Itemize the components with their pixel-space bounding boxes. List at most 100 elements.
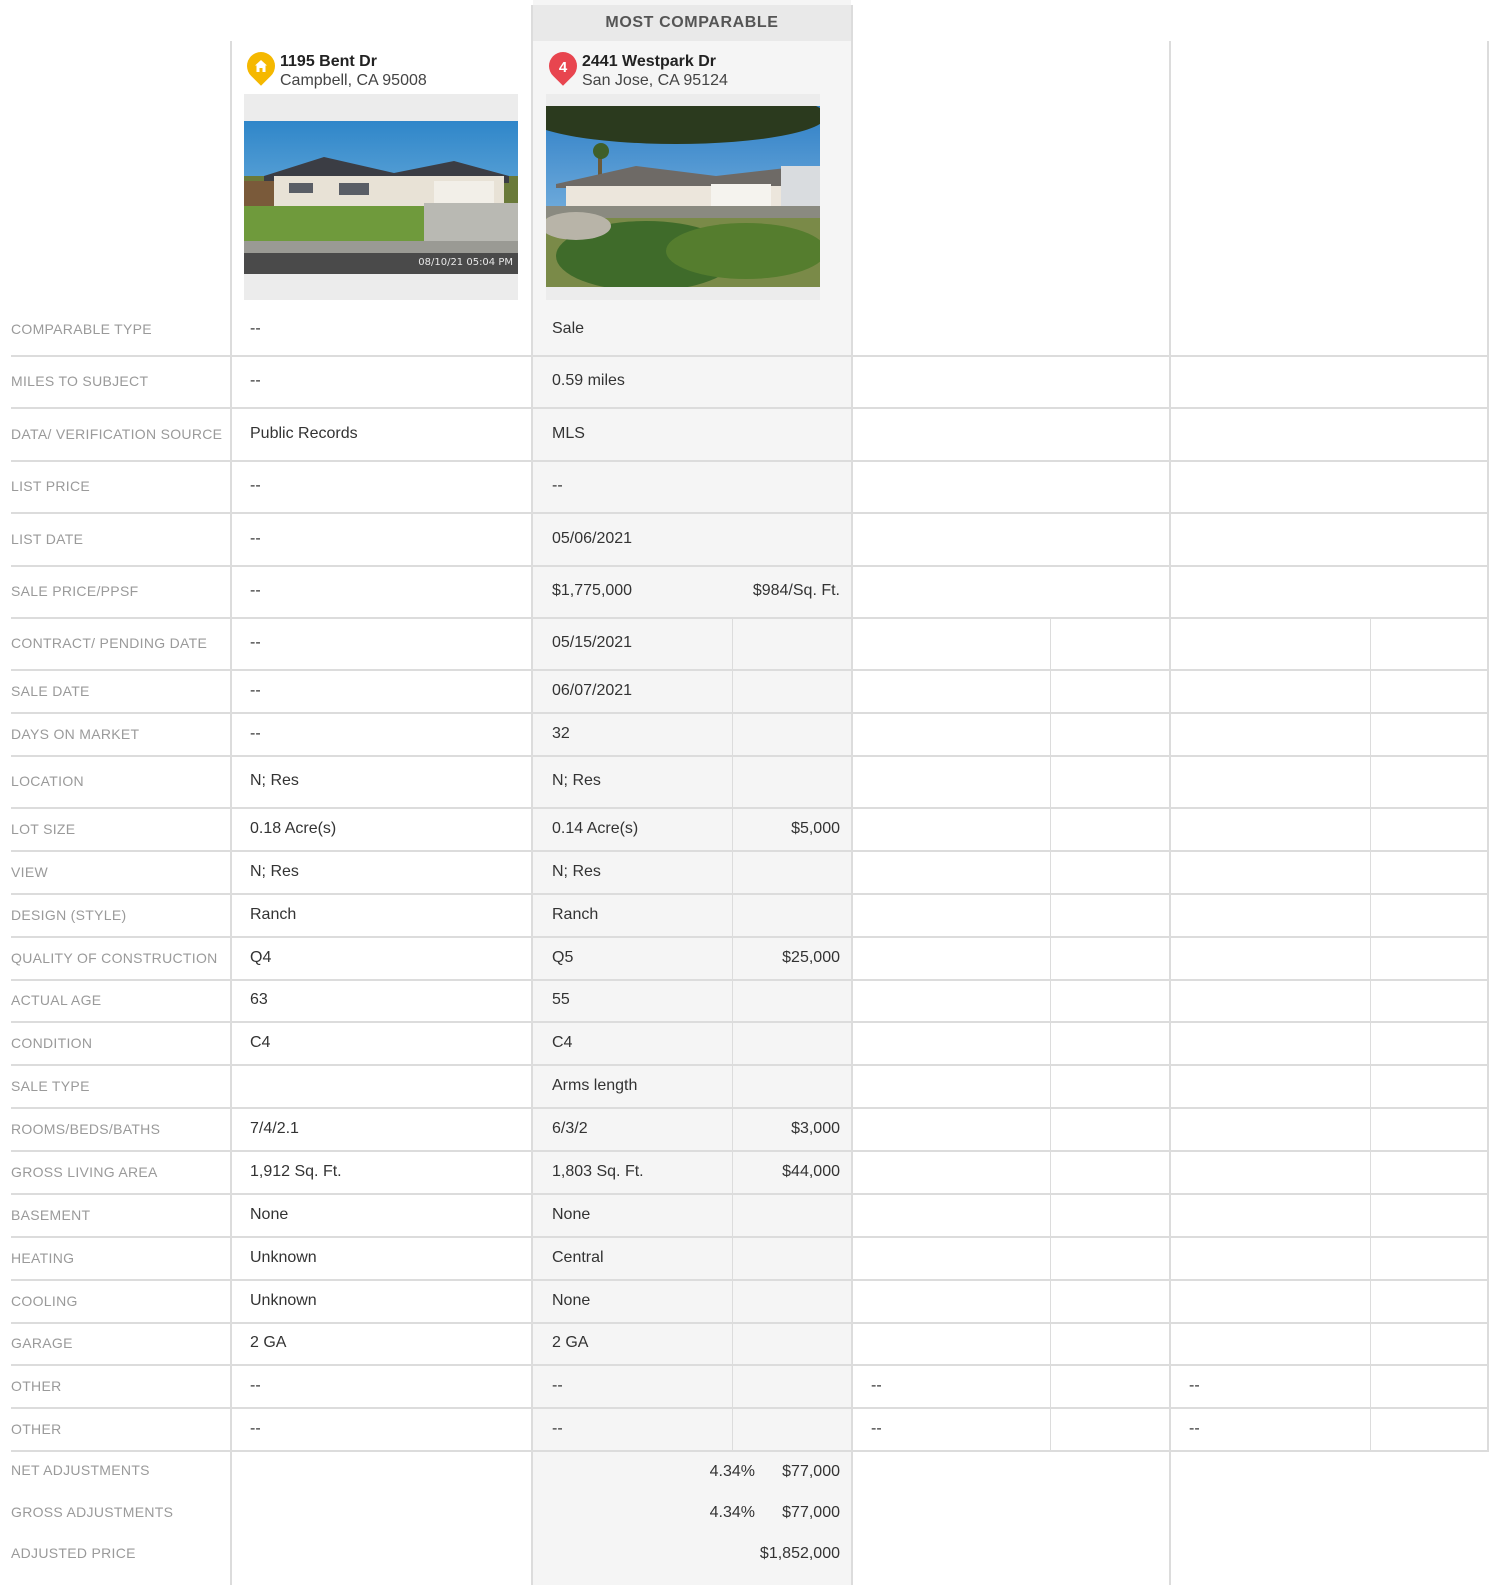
net-adjustments-label: NET ADJUSTMENTS <box>11 1462 150 1478</box>
adjustment-value: $25,000 <box>782 949 840 966</box>
divider-col3-adj <box>1050 617 1051 1451</box>
row-divider <box>11 512 1489 514</box>
row-divider <box>11 1193 1489 1195</box>
row-label: BASEMENT <box>11 1207 91 1223</box>
subject-value: Unknown <box>250 1292 317 1309</box>
row-divider <box>11 755 1489 757</box>
row-label: COMPARABLE TYPE <box>11 321 152 337</box>
subject-value: -- <box>250 1420 261 1437</box>
adjusted-price-label: ADJUSTED PRICE <box>11 1545 136 1561</box>
row-divider <box>11 1407 1489 1409</box>
comparable-value: 0.14 Acre(s) <box>552 820 639 837</box>
row-divider <box>11 1107 1489 1109</box>
photo-timestamp: 08/10/21 05:04 PM <box>418 257 513 268</box>
adjustment-value: $5,000 <box>791 820 840 837</box>
row-label: COOLING <box>11 1293 78 1309</box>
row-label: QUALITY OF CONSTRUCTION <box>11 950 218 966</box>
comparable-value: Ranch <box>552 906 599 923</box>
comparable-3-value: -- <box>871 1420 882 1437</box>
comparable-value: Sale <box>552 320 585 337</box>
row-divider <box>11 565 1489 567</box>
divider-comp-right <box>851 5 853 1585</box>
row-label: SALE PRICE/PPSF <box>11 583 139 599</box>
subject-value: 7/4/2.1 <box>250 1120 299 1137</box>
comparable-value: MLS <box>552 425 585 442</box>
row-label: LOT SIZE <box>11 821 76 837</box>
row-label: LIST PRICE <box>11 478 90 494</box>
subject-value: N; Res <box>250 863 299 880</box>
divider-right-edge <box>1487 41 1489 1451</box>
comparable-value: 55 <box>552 991 570 1008</box>
comparable-value: $1,775,000 <box>552 582 633 599</box>
row-label: CONTRACT/ PENDING DATE <box>11 635 208 651</box>
subject-value: -- <box>250 1377 261 1394</box>
comparable-value: 1,803 Sq. Ft. <box>552 1163 644 1180</box>
comparable-value: 05/15/2021 <box>552 634 633 651</box>
row-label: SALE TYPE <box>11 1078 90 1094</box>
row-label: ACTUAL AGE <box>11 992 102 1008</box>
subject-value: -- <box>250 530 261 547</box>
row-label: OTHER <box>11 1421 62 1437</box>
subject-value: N; Res <box>250 772 299 789</box>
row-divider <box>11 617 1489 619</box>
adjustment-value: $3,000 <box>791 1120 840 1137</box>
comparable-4-value: -- <box>1189 1420 1200 1437</box>
comparable-value: -- <box>552 1377 563 1394</box>
row-label: DAYS ON MARKET <box>11 726 140 742</box>
row-divider <box>11 407 1489 409</box>
row-divider <box>11 1150 1489 1152</box>
comparable-3-value: -- <box>871 1377 882 1394</box>
subject-value: -- <box>250 634 261 651</box>
subject-value: -- <box>250 477 261 494</box>
row-divider <box>11 850 1489 852</box>
subject-address-line1[interactable]: 1195 Bent Dr <box>280 53 377 71</box>
subject-value: Unknown <box>250 1249 317 1266</box>
row-divider <box>11 712 1489 714</box>
row-divider <box>11 1450 1489 1452</box>
subject-value: C4 <box>250 1034 271 1051</box>
row-label: LIST DATE <box>11 531 84 547</box>
gross-adjustments-label: GROSS ADJUSTMENTS <box>11 1504 174 1520</box>
row-divider <box>11 460 1489 462</box>
comparable-value: C4 <box>552 1034 573 1051</box>
row-divider <box>11 936 1489 938</box>
subject-value: 63 <box>250 991 268 1008</box>
comparable-value: Central <box>552 1249 604 1266</box>
comparable-value: 06/07/2021 <box>552 682 633 699</box>
subject-value: -- <box>250 372 261 389</box>
subject-value: -- <box>250 320 261 337</box>
row-label: HEATING <box>11 1250 75 1266</box>
subject-value: None <box>250 1206 289 1223</box>
comparable-photo[interactable] <box>546 106 820 287</box>
row-divider <box>11 807 1489 809</box>
subject-address-line2: Campbell, CA 95008 <box>280 72 427 89</box>
comparable-value: 6/3/2 <box>552 1120 588 1137</box>
comparable-value: N; Res <box>552 772 601 789</box>
divider-comp-left <box>531 5 533 1585</box>
comparable-4-value: -- <box>1189 1377 1200 1394</box>
row-divider <box>11 1236 1489 1238</box>
gross-adjustments-amount: $77,000 <box>782 1504 840 1521</box>
most-comparable-banner: MOST COMPARABLE <box>533 5 851 41</box>
subject-value: -- <box>250 725 261 742</box>
comparable-value: -- <box>552 477 563 494</box>
row-divider <box>11 669 1489 671</box>
subject-photo[interactable]: 08/10/21 05:04 PM <box>244 121 518 274</box>
divider-subject <box>230 41 232 1585</box>
row-label: CONDITION <box>11 1035 93 1051</box>
comparable-value: 32 <box>552 725 570 742</box>
comparable-value: None <box>552 1206 591 1223</box>
subject-value: 0.18 Acre(s) <box>250 820 337 837</box>
divider-col4 <box>1169 41 1171 1585</box>
comparable-value: 05/06/2021 <box>552 530 633 547</box>
comparable-value: Arms length <box>552 1077 638 1094</box>
subject-value: Ranch <box>250 906 297 923</box>
comparable-value: -- <box>552 1420 563 1437</box>
row-label: GARAGE <box>11 1335 73 1351</box>
subject-value: Q4 <box>250 949 272 966</box>
row-divider <box>11 1279 1489 1281</box>
comparable-address-line1[interactable]: 2441 Westpark Dr <box>582 53 716 71</box>
row-divider <box>11 1021 1489 1023</box>
comparable-value: None <box>552 1292 591 1309</box>
row-label: LOCATION <box>11 773 84 789</box>
